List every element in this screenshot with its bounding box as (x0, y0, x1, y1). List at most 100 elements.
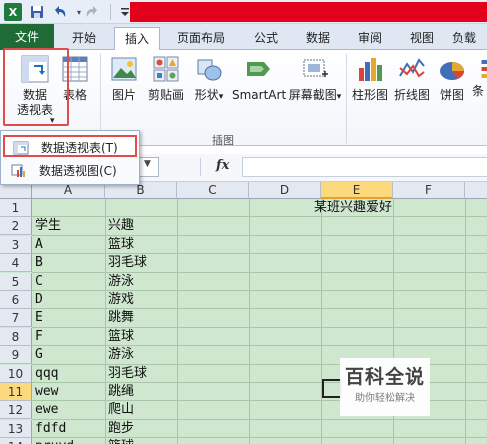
excel-app-icon[interactable]: X (4, 3, 22, 21)
row-header[interactable]: 13 (0, 419, 32, 438)
column-header-c[interactable]: C (177, 182, 249, 199)
formula-input[interactable] (242, 157, 487, 177)
cell-b[interactable]: 跑步 (106, 420, 134, 438)
cell-a[interactable]: F (33, 328, 43, 346)
shapes-label-text: 形状 (194, 88, 219, 102)
cell-a[interactable]: B (33, 254, 43, 272)
cell-a[interactable]: C (33, 273, 43, 291)
row-header[interactable]: 7 (0, 309, 32, 328)
row-header[interactable]: 8 (0, 327, 32, 346)
menu-item-pivot-table-label: 数据透视表(T) (41, 141, 118, 155)
cell-a[interactable]: ewe (33, 401, 58, 419)
cell-a[interactable]: qqq (33, 365, 58, 383)
gridline (32, 418, 487, 420)
tab-formulas[interactable]: 公式 (244, 27, 288, 49)
tab-load[interactable]: 负载 (452, 27, 487, 49)
row-header[interactable]: 9 (0, 346, 32, 365)
column-header-e[interactable]: E (321, 182, 393, 199)
group-separator (346, 54, 347, 144)
namebox-dropdown-icon[interactable]: ▼ (144, 159, 151, 169)
screenshot-button[interactable]: 屏幕截图▾ (288, 54, 342, 105)
row-header[interactable]: 5 (0, 272, 32, 291)
cell-b[interactable]: 兴趣 (106, 217, 134, 235)
shapes-label: 形状▾ (192, 88, 226, 105)
row-header[interactable]: 6 (0, 291, 32, 309)
column-header-g[interactable] (465, 182, 487, 199)
column-header-f[interactable]: F (393, 182, 465, 199)
column-header-d[interactable]: D (249, 182, 321, 199)
undo-icon[interactable] (50, 3, 68, 21)
cell-a[interactable]: pruyd (33, 438, 74, 444)
screenshot-icon (303, 59, 328, 77)
column-chart-label: 柱形图 (351, 88, 388, 102)
clipart-icon (153, 56, 179, 82)
column-chart-button[interactable]: 柱形图 (350, 54, 390, 103)
cell-b[interactable]: 游泳 (106, 346, 134, 364)
gridline (32, 326, 487, 328)
more-chart-button[interactable]: 条 (472, 54, 487, 99)
cell-b[interactable]: 篮球 (106, 438, 134, 444)
row-header[interactable]: 14 (0, 438, 32, 444)
smartart-button[interactable]: SmartArt (232, 54, 286, 103)
tab-home[interactable]: 开始 (62, 27, 106, 49)
row-header[interactable]: 2 (0, 217, 32, 236)
cell-a[interactable]: D (33, 291, 43, 309)
line-chart-icon (399, 58, 425, 78)
insert-function-icon[interactable]: fx (216, 158, 229, 173)
tab-insert[interactable]: 插入 (114, 27, 160, 51)
tab-review[interactable]: 审阅 (348, 27, 392, 49)
watermark-subtitle: 助你轻松解决 (355, 393, 415, 404)
cell-b[interactable]: 跳舞 (106, 309, 134, 327)
row-header[interactable]: 10 (0, 364, 32, 383)
cell-b[interactable]: 跳绳 (106, 383, 134, 401)
pie-chart-button[interactable]: 饼图 (436, 54, 468, 103)
cell-b[interactable]: 羽毛球 (106, 365, 147, 383)
row-header[interactable]: 4 (0, 254, 32, 273)
clipart-label: 剪贴画 (147, 88, 184, 102)
tab-view[interactable]: 视图 (400, 27, 444, 49)
gridline (32, 290, 487, 291)
smartart-icon (247, 62, 270, 76)
illustrations-group-label: 插图 (212, 134, 234, 147)
more-chart-label: 条 (472, 84, 485, 98)
cell-a[interactable]: 学生 (33, 217, 61, 235)
cell-a[interactable]: G (33, 346, 43, 364)
save-icon[interactable] (28, 3, 46, 21)
shapes-button[interactable]: 形状▾ (192, 54, 226, 105)
menu-item-pivot-chart[interactable]: 数据透视图(C) (3, 160, 137, 182)
cell-b[interactable]: 游泳 (106, 273, 134, 291)
cell-a[interactable]: wew (33, 383, 58, 401)
row-header[interactable]: 11 (0, 383, 32, 401)
gridline (32, 437, 487, 439)
cell-a[interactable]: E (33, 309, 43, 327)
cell-b[interactable]: 游戏 (106, 291, 134, 309)
screenshot-label: 屏幕截图▾ (288, 88, 342, 105)
shapes-dropdown-icon[interactable]: ▾ (219, 92, 224, 102)
cell-b[interactable]: 篮球 (106, 328, 134, 346)
cell-e-title[interactable]: 某班兴趣爱好 (312, 199, 392, 217)
row-header[interactable]: 1 (0, 199, 32, 217)
line-chart-button[interactable]: 折线图 (392, 54, 432, 103)
pivot-table-small-icon (13, 141, 29, 155)
cell-b[interactable]: 爬山 (106, 401, 134, 419)
clipart-button[interactable]: 剪贴画 (146, 54, 186, 103)
tab-data[interactable]: 数据 (296, 27, 340, 49)
cell-b[interactable]: 羽毛球 (106, 254, 147, 272)
row-header[interactable]: 3 (0, 235, 32, 254)
menu-item-pivot-chart-label: 数据透视图(C) (39, 164, 117, 178)
pie-chart-label: 饼图 (439, 88, 464, 102)
picture-button[interactable]: 图片 (108, 54, 140, 103)
tab-page-layout[interactable]: 页面布局 (168, 27, 234, 49)
redo-icon[interactable] (84, 3, 102, 21)
screenshot-dropdown-icon[interactable]: ▾ (337, 92, 342, 102)
gridline (32, 253, 487, 255)
cell-b[interactable]: 篮球 (106, 236, 134, 254)
ribbon-tabs: 文件 开始 插入 页面布局 公式 数据 审阅 视图 负载 (0, 24, 487, 51)
pivot-highlight-box (3, 48, 69, 126)
cell-a[interactable]: A (33, 236, 43, 254)
cell-a[interactable]: fdfd (33, 420, 66, 438)
tab-file[interactable]: 文件 (0, 24, 54, 50)
row-header[interactable]: 12 (0, 401, 32, 420)
active-cell-e11[interactable] (322, 379, 342, 398)
menu-item-pivot-table[interactable]: 数据透视表(T) (3, 135, 137, 157)
